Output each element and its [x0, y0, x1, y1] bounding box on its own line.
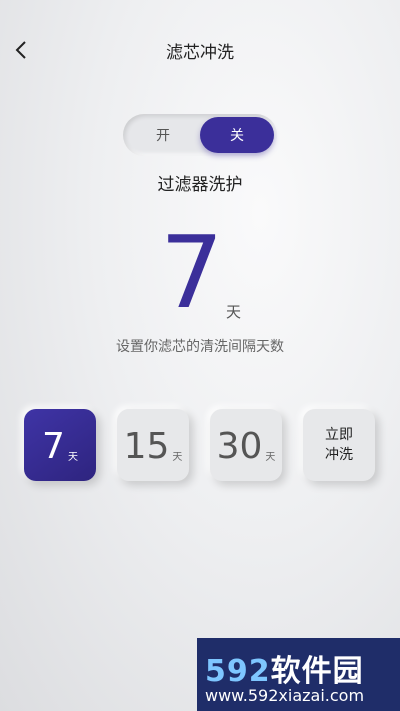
interval-value: 7 — [160, 214, 224, 331]
option-value: 7 — [42, 426, 65, 467]
watermark: 592软件园 www.592xiazai.com — [197, 638, 400, 711]
interval-option-30[interactable]: 30 天 — [210, 409, 282, 481]
option-value: 15 — [123, 426, 170, 467]
watermark-logo: 592软件园 — [205, 646, 364, 690]
toggle-off-option[interactable]: 关 — [200, 117, 274, 153]
flush-now-line2: 冲洗 — [325, 447, 353, 463]
toggle-on-option[interactable]: 开 — [126, 117, 200, 153]
watermark-logo-number: 592 — [205, 654, 271, 689]
flush-now-button[interactable]: 立即 冲洗 — [303, 409, 375, 481]
option-unit: 天 — [67, 452, 78, 463]
option-value: 30 — [216, 426, 263, 467]
section-title: 过滤器洗护 — [157, 175, 243, 195]
on-off-toggle[interactable]: 开 关 — [123, 114, 277, 156]
flush-now-line1: 立即 — [325, 427, 353, 443]
flush-now-label: 立即 冲洗 — [319, 425, 359, 465]
watermark-logo-text: 软件园 — [270, 654, 364, 689]
interval-hint: 设置你滤芯的清洗间隔天数 — [116, 339, 284, 355]
option-unit: 天 — [265, 452, 276, 463]
watermark-url: www.592xiazai.com — [205, 686, 365, 705]
page-title: 滤芯冲洗 — [166, 43, 234, 63]
interval-unit: 天 — [226, 303, 242, 321]
interval-option-15[interactable]: 15 天 — [117, 409, 189, 481]
interval-option-7[interactable]: 7 天 — [24, 409, 96, 481]
option-unit: 天 — [172, 452, 183, 463]
